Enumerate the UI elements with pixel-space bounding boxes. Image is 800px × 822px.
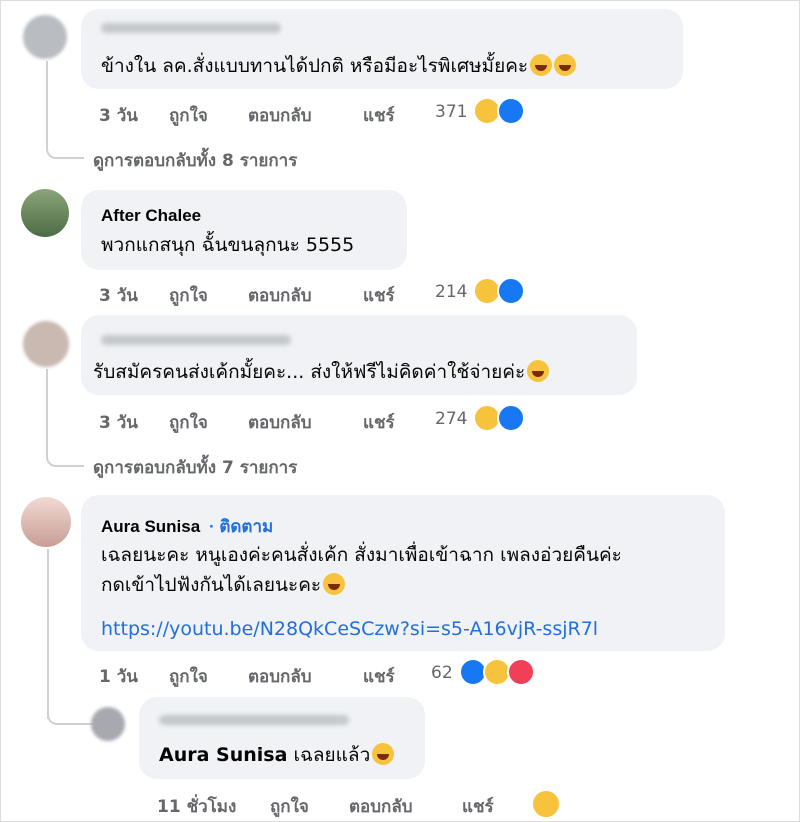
share-button[interactable]: แชร์ — [363, 102, 395, 129]
haha-emoji-icon — [530, 54, 553, 76]
reply-text: Aura Sunisa เฉลยแล้ว — [159, 743, 395, 767]
comment-text: ข้างใน ลค.สั่งแบบทานได้ปกติ หรือมีอะไรพิ… — [101, 54, 577, 78]
reaction-count[interactable]: 62 — [431, 663, 453, 683]
commenter-name-blurred[interactable] — [101, 335, 291, 345]
comments-panel: ข้างใน ลค.สั่งแบบทานได้ปกติ หรือมีอะไรพิ… — [0, 0, 800, 822]
avatar[interactable] — [21, 189, 69, 237]
comment-time[interactable]: 3 วัน — [99, 409, 138, 436]
reply-button[interactable]: ตอบกลับ — [248, 102, 312, 129]
thread-line-1 — [46, 61, 84, 159]
smile-emoji-icon — [323, 573, 346, 595]
haha-reaction-icon[interactable] — [531, 789, 561, 819]
reply-time[interactable]: 11 ชั่วโมง — [157, 793, 236, 820]
like-button[interactable]: ถูกใจ — [169, 409, 208, 436]
like-reaction-icon[interactable] — [497, 277, 525, 305]
like-button[interactable]: ถูกใจ — [169, 282, 208, 309]
comment-time[interactable]: 3 วัน — [99, 282, 138, 309]
avatar[interactable] — [91, 707, 125, 741]
avatar[interactable] — [21, 497, 71, 547]
commenter-name-blurred[interactable] — [101, 23, 281, 33]
comment-text: รับสมัครคนส่งเค้กมั้ยคะ... ส่งให้ฟรีไม่ค… — [93, 360, 550, 384]
comment-time[interactable]: 3 วัน — [99, 102, 138, 129]
comment-bubble — [81, 190, 407, 270]
comment-time[interactable]: 1 วัน — [99, 663, 138, 690]
grin-emoji-icon — [372, 743, 395, 765]
reply-button[interactable]: ตอบกลับ — [349, 793, 413, 820]
share-button[interactable]: แชร์ — [462, 793, 494, 820]
share-button[interactable]: แชร์ — [363, 663, 395, 690]
share-button[interactable]: แชร์ — [363, 282, 395, 309]
thread-line-3 — [46, 369, 84, 467]
reaction-count[interactable]: 274 — [435, 409, 467, 429]
youtube-link[interactable]: https://youtu.be/N28QkCeSCzw?si=s5-A16vj… — [101, 617, 598, 641]
avatar[interactable] — [23, 321, 69, 367]
thread-line-4-branch — [47, 691, 93, 725]
comment-text-line2: กดเข้าไปฟังกันได้เลยนะคะ — [101, 573, 346, 597]
like-button[interactable]: ถูกใจ — [270, 793, 309, 820]
reply-button[interactable]: ตอบกลับ — [248, 409, 312, 436]
commenter-name-blurred[interactable] — [159, 715, 349, 725]
reply-button[interactable]: ตอบกลับ — [248, 282, 312, 309]
view-replies-link[interactable]: ดูการตอบกลับทั้ง 8 รายการ — [93, 147, 297, 174]
laughing-emoji-icon — [527, 360, 550, 382]
love-reaction-icon[interactable] — [507, 658, 535, 686]
comment-text: เฉลยนะคะ หนูเองค่ะคนสั่งเค้ก สั่งมาเพื่อ… — [101, 544, 622, 566]
like-button[interactable]: ถูกใจ — [169, 663, 208, 690]
commenter-name[interactable]: After Chalee — [101, 206, 201, 226]
like-button[interactable]: ถูกใจ — [169, 102, 208, 129]
like-reaction-icon[interactable] — [497, 404, 525, 432]
reaction-count[interactable]: 371 — [435, 102, 467, 122]
follow-link[interactable]: · ติดตาม — [209, 517, 273, 536]
share-button[interactable]: แชร์ — [363, 409, 395, 436]
comment-text: พวกแกสนุก ฉั้นขนลุกนะ 5555 — [101, 234, 355, 256]
like-reaction-icon[interactable] — [497, 97, 525, 125]
reply-button[interactable]: ตอบกลับ — [248, 663, 312, 690]
commenter-name[interactable]: Aura Sunisa · ติดตาม — [101, 513, 273, 540]
reaction-count[interactable]: 214 — [435, 282, 467, 302]
view-replies-link[interactable]: ดูการตอบกลับทั้ง 7 รายการ — [93, 454, 297, 481]
mention-link[interactable]: Aura Sunisa — [159, 744, 287, 766]
avatar[interactable] — [23, 15, 67, 59]
haha-emoji-icon — [554, 54, 577, 76]
